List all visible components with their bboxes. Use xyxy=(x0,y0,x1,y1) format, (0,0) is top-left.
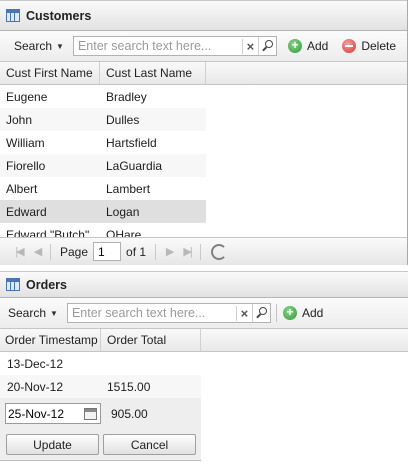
first-page-icon[interactable]: |◀ xyxy=(10,245,28,258)
cell-last-name: Hartsfield xyxy=(106,135,157,150)
search-menu-button[interactable]: Search ▼ xyxy=(6,39,67,53)
column-header-last-name[interactable]: Cust Last Name xyxy=(100,62,206,84)
table-row[interactable]: Edward Logan xyxy=(0,200,206,223)
cell-last-name: LaGuardia xyxy=(106,158,163,173)
search-menu-label: Search xyxy=(8,306,47,320)
cell-last-name: Bradley xyxy=(106,89,147,104)
search-menu-label: Search xyxy=(14,39,53,53)
add-label: Add xyxy=(301,306,324,320)
add-button[interactable]: + Add xyxy=(282,306,324,320)
delete-button[interactable]: Delete xyxy=(342,39,396,53)
customers-header: Customers xyxy=(0,0,407,31)
calendar-icon[interactable] xyxy=(84,407,97,420)
last-page-icon[interactable]: ▶| xyxy=(178,245,196,258)
page-label: Page xyxy=(60,244,89,259)
add-icon: + xyxy=(282,306,297,320)
add-button[interactable]: + Add xyxy=(287,39,329,53)
row-editor: 905.00 xyxy=(0,398,201,429)
customers-title: Customers xyxy=(26,8,92,23)
search-menu-button[interactable]: Search ▼ xyxy=(0,306,61,320)
cell-last-name: Logan xyxy=(106,204,140,219)
search-input[interactable] xyxy=(67,304,236,322)
customers-pager: |◀ ◀ Page of 1 ▶ ▶| xyxy=(0,237,407,265)
search-icon[interactable] xyxy=(251,304,270,322)
grid-icon xyxy=(6,9,20,22)
prev-page-icon[interactable]: ◀ xyxy=(28,245,46,258)
search-box: × xyxy=(66,303,271,323)
clear-icon[interactable]: × xyxy=(235,305,252,321)
page-number-input[interactable] xyxy=(93,242,122,261)
cell-last-name: Dulles xyxy=(106,112,140,127)
search-box: × xyxy=(72,36,277,56)
update-button[interactable]: Update xyxy=(6,434,99,455)
cell-first-name: Albert xyxy=(6,181,38,196)
orders-toolbar: Search ▼ × + Add xyxy=(0,298,408,329)
table-row[interactable]: Albert Lambert xyxy=(0,177,206,200)
search-icon[interactable] xyxy=(257,37,276,55)
cell-last-name: Lambert xyxy=(106,181,151,196)
table-row[interactable]: Fiorello LaGuardia xyxy=(0,154,206,177)
cell-order-total: 1515.00 xyxy=(107,379,151,394)
caret-down-icon: ▼ xyxy=(50,308,58,318)
search-input[interactable] xyxy=(73,37,242,55)
customers-column-headers: Cust First Name Cust Last Name xyxy=(0,62,407,85)
pager-divider xyxy=(155,243,157,260)
table-row[interactable]: 20-Nov-12 1515.00 xyxy=(0,375,201,398)
customers-toolbar: Search ▼ × + Add Delete xyxy=(0,31,407,62)
table-row[interactable]: 13-Dec-12 xyxy=(0,352,201,375)
clear-icon[interactable]: × xyxy=(241,38,258,54)
column-header-order-total[interactable]: Order Total xyxy=(101,329,201,351)
orders-panel: Orders Search ▼ × + Add Order Timestamp … xyxy=(0,271,408,462)
toolbar-divider xyxy=(275,304,277,322)
orders-column-headers: Order Timestamp Order Total xyxy=(0,329,408,352)
cell-first-name: Edward xyxy=(6,204,47,219)
order-total-value: 905.00 xyxy=(111,406,148,421)
cell-first-name: Eugene xyxy=(6,89,48,104)
orders-grid-body: 13-Dec-12 20-Nov-12 1515.00 xyxy=(0,352,201,398)
refresh-icon[interactable] xyxy=(211,243,228,260)
grid-icon xyxy=(6,278,20,291)
cell-first-name: William xyxy=(6,135,45,150)
cell-order-timestamp: 13-Dec-12 xyxy=(7,356,64,371)
row-editor-actions: Update Cancel xyxy=(0,429,201,461)
orders-title: Orders xyxy=(26,277,67,292)
add-icon: + xyxy=(287,39,302,53)
customers-panel: Customers Search ▼ × + Add Delete Cust F… xyxy=(0,0,408,265)
table-row[interactable]: William Hartsfield xyxy=(0,131,206,154)
cell-first-name: Fiorello xyxy=(6,158,46,173)
delete-label: Delete xyxy=(361,39,396,53)
pager-divider xyxy=(50,243,51,260)
pager-divider xyxy=(200,243,202,260)
column-header-order-timestamp[interactable]: Order Timestamp xyxy=(0,329,101,351)
table-row[interactable]: John Dulles xyxy=(0,108,206,131)
page-count-label: of 1 xyxy=(126,244,147,259)
cell-first-name: John xyxy=(6,112,33,127)
add-label: Add xyxy=(306,39,329,53)
customers-grid-body: Eugene Bradley John Dulles William Hartsfield… xyxy=(0,85,206,241)
caret-down-icon: ▼ xyxy=(56,41,64,51)
order-timestamp-input[interactable] xyxy=(6,404,82,423)
orders-header: Orders xyxy=(0,271,408,298)
next-page-icon[interactable]: ▶ xyxy=(160,245,178,258)
date-field xyxy=(5,403,101,424)
cell-order-timestamp: 20-Nov-12 xyxy=(7,379,64,394)
table-row[interactable]: Eugene Bradley xyxy=(0,85,206,108)
cancel-button[interactable]: Cancel xyxy=(103,434,196,455)
delete-icon xyxy=(342,39,357,53)
column-header-first-name[interactable]: Cust First Name xyxy=(0,62,100,84)
